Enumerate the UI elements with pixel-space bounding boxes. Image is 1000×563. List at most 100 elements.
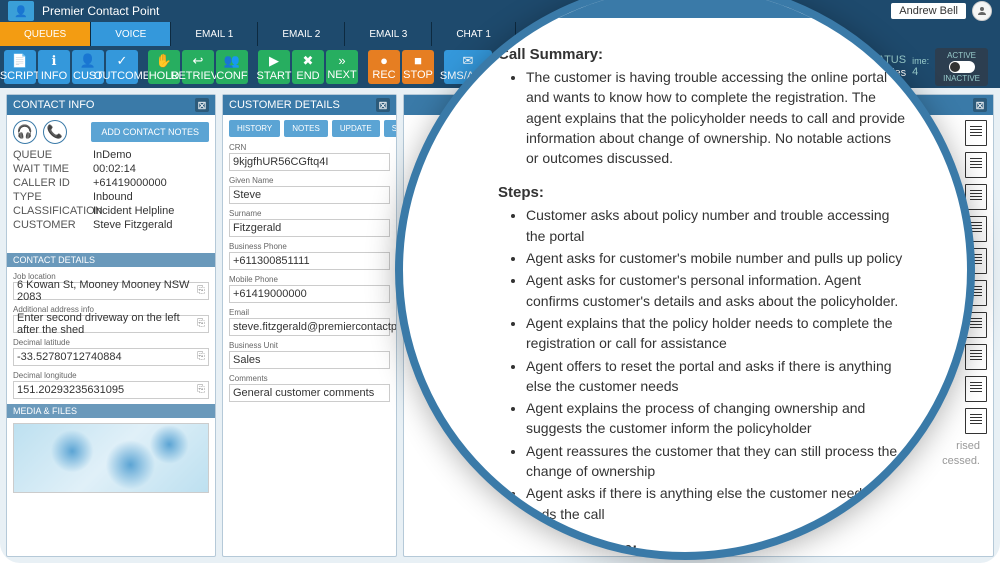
media-body [7,418,215,556]
notes-button[interactable]: NOTES [284,120,328,137]
document-icon[interactable] [965,408,987,434]
rec-icon: ● [380,53,388,68]
tab-email3[interactable]: EMAIL 3 [345,22,432,46]
end-button[interactable]: ✖END [292,50,324,84]
field-value: General customer comments [233,387,374,399]
panel-body: 🎧 📞 ADD CONTACT NOTES QUEUEInDemoWAIT TI… [7,115,215,253]
contact-fields: Job location6 Kowan St, Mooney Mooney NS… [7,267,215,405]
panel-title [410,99,413,111]
contact-icons: 🎧 📞 ADD CONTACT NOTES [13,120,209,144]
field-label: Email [229,308,390,317]
info-value: Inbound [93,191,209,203]
document-icon[interactable] [965,120,987,146]
copy-icon[interactable]: ⎘ [197,318,205,329]
info-button[interactable]: ℹINFO [38,50,70,84]
history-button[interactable]: HISTORY [229,120,280,137]
close-icon[interactable]: ⊠ [195,98,209,112]
active-toggle[interactable]: ACTIVE INACTIVE [935,48,988,86]
script-button[interactable]: 📄SCRIPT [4,50,36,84]
field-input[interactable]: +611300851111 [229,252,390,270]
customer-details-panel: CUSTOMER DETAILS ⊠ HISTORYNOTESUPDATESE … [222,94,397,557]
contact-details-header: CONTACT DETAILS [7,253,215,267]
tab-email2[interactable]: EMAIL 2 [258,22,345,46]
info-value: 00:02:14 [93,163,209,175]
tab-email1[interactable]: EMAIL 1 [171,22,258,46]
retrieve-button[interactable]: ↩RETRIEVE [182,50,214,84]
cust-icon: 👤 [80,53,96,69]
field-label: Decimal latitude [13,338,209,347]
info-value: Incident Helpline [93,205,209,217]
document-icon[interactable] [965,152,987,178]
update-button[interactable]: UPDATE [332,120,380,137]
stop-button[interactable]: ■STOP [402,50,434,84]
info-label: TYPE [13,191,89,203]
phone-icon: 📞 [43,120,67,144]
end-icon: ✖ [303,53,314,69]
field-label: CRN [229,143,390,152]
field-input[interactable]: 151.20293235631095⎘ [13,381,209,399]
field-value: -33.52780712740884 [17,351,122,363]
outcome-button[interactable]: ✓OUTCOME [106,50,138,84]
field-input[interactable]: -33.52780712740884 ⎘ [13,348,209,366]
active-label: ACTIVE [943,51,980,60]
field-input[interactable]: steve.fitzgerald@premiercontactpo [229,318,390,336]
map-thumbnail[interactable] [13,423,209,493]
button-label: CONF [216,70,247,82]
conf-button[interactable]: 👥CONF [216,50,248,84]
document-icon[interactable] [965,216,987,242]
tab-chat1[interactable]: CHAT 1 [432,22,516,46]
add-contact-notes-button[interactable]: ADD CONTACT NOTES [91,122,209,142]
button-label: REC [372,69,395,81]
document-icon[interactable] [965,280,987,306]
user-avatar-icon[interactable] [972,1,992,21]
copy-icon[interactable]: ⎘ [197,285,205,296]
user-name[interactable]: Andrew Bell [891,3,966,19]
info-label: CLASSIFICATION [13,205,89,217]
close-icon[interactable]: ⊠ [973,98,987,112]
inactive-label: INACTIVE [943,74,980,83]
copy-icon[interactable]: ⎘ [197,384,205,395]
field-value: steve.fitzgerald@premiercontactpo [233,321,396,333]
field-input[interactable]: Fitzgerald [229,219,390,237]
media-files-header: MEDIA & FILES [7,404,215,418]
next-button[interactable]: »NEXT [326,50,358,84]
field: Business UnitSales [229,341,390,369]
field-value: Fitzgerald [233,222,281,234]
document-icon[interactable] [965,248,987,274]
tab-voice[interactable]: VOICE [91,22,171,46]
button-label: INFO [41,70,67,82]
field: Emailsteve.fitzgerald@premiercontactpo [229,308,390,336]
button-label: SCRIPT [0,70,40,82]
button-label: START [256,70,291,82]
document-icon[interactable] [965,376,987,402]
sms-button[interactable]: ✉SMS/APPS [444,50,492,84]
field-input[interactable]: Sales [229,351,390,369]
rec-button[interactable]: ●REC [368,50,400,84]
field: Decimal latitude -33.52780712740884 ⎘ [13,338,209,366]
field-label: Business Unit [229,341,390,350]
field-input[interactable]: 9kjgfhUR56CGftq4I [229,153,390,171]
se-button[interactable]: SE [384,120,396,137]
tab-queues[interactable]: QUEUES [0,22,91,46]
field-value: Steve [233,189,261,201]
toggle-switch[interactable] [949,61,975,73]
field-input[interactable]: +61419000000 [229,285,390,303]
field-input[interactable]: Enter second driveway on the left after … [13,315,209,333]
document-icon[interactable] [965,184,987,210]
field-label: Mobile Phone [229,275,390,284]
info-value: +61419000000 [93,177,209,189]
field-input[interactable]: 6 Kowan St, Mooney Mooney NSW 2083⎘ [13,282,209,300]
time-indicator: ime:4 [912,56,929,78]
start-button[interactable]: ▶START [258,50,290,84]
conf-icon: 👥 [224,53,240,69]
field-input[interactable]: Steve [229,186,390,204]
copy-icon[interactable]: ⎘ [197,351,205,362]
close-icon[interactable]: ⊠ [376,98,390,112]
field-value: Enter second driveway on the left after … [17,312,197,336]
info-value: Steve Fitzgerald [93,219,209,231]
field-input[interactable]: General customer comments [229,384,390,402]
info-label: CUSTOMER [13,219,89,231]
app-title: Premier Contact Point [42,4,891,18]
document-icon[interactable] [965,344,987,370]
document-icon[interactable] [965,312,987,338]
